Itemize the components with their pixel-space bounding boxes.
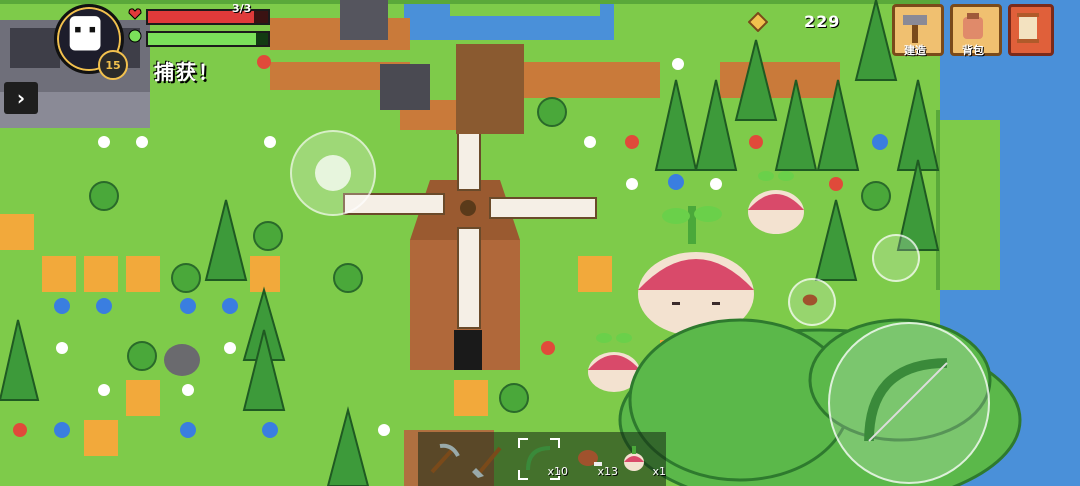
hotbar-slot-5[interactable]: x1 [616,438,666,480]
attack-button[interactable] [828,322,990,484]
selection-corner [518,470,528,480]
build-label: 建造 [904,44,926,57]
selection-corner [518,438,528,448]
capture-notice: 捕获！ [154,60,220,84]
shovel-icon [472,446,502,478]
meat-icon [802,294,818,306]
hotbar-slot-2[interactable] [470,438,512,480]
health-text: 3/3 [232,2,252,15]
coin-icon [748,12,768,32]
energy-icon [128,29,142,43]
eat-button[interactable] [788,278,836,326]
energy-bar [146,31,270,47]
heart-icon [128,8,142,20]
coin-count: 229 [804,12,841,31]
hotbar-slot-4[interactable]: x13 [568,438,618,480]
bow-icon [864,358,948,442]
furnace[interactable] [380,64,430,110]
slot-count: x1 [652,465,666,478]
hammer-icon [903,15,927,43]
pickaxe-icon [430,443,460,474]
quest-scroll-button[interactable] [1008,4,1054,56]
movement-joystick[interactable] [290,130,376,216]
joystick-knob[interactable] [315,155,351,191]
hotbar-slot-1[interactable] [422,438,464,480]
rock[interactable] [164,344,200,376]
anvil[interactable] [340,0,388,40]
backpack-icon [963,13,983,39]
player-level-badge: 15 [98,50,128,80]
slot-count: x13 [597,465,618,478]
expand-panel-button[interactable]: › [4,82,38,114]
slot-count: x10 [547,465,568,478]
selection-corner [550,438,560,448]
scroll-icon [1017,13,1039,43]
hotbar-slot-3-selected[interactable]: x10 [518,438,568,480]
chevron-right-icon: › [16,86,26,110]
secondary-action-button[interactable] [872,234,920,282]
health-bar [146,9,270,25]
energy-bar-fill [148,33,256,45]
bag-label: 背包 [962,44,984,57]
item-hotbar: x10 x13 x1 [418,432,666,486]
loom[interactable] [456,44,524,134]
